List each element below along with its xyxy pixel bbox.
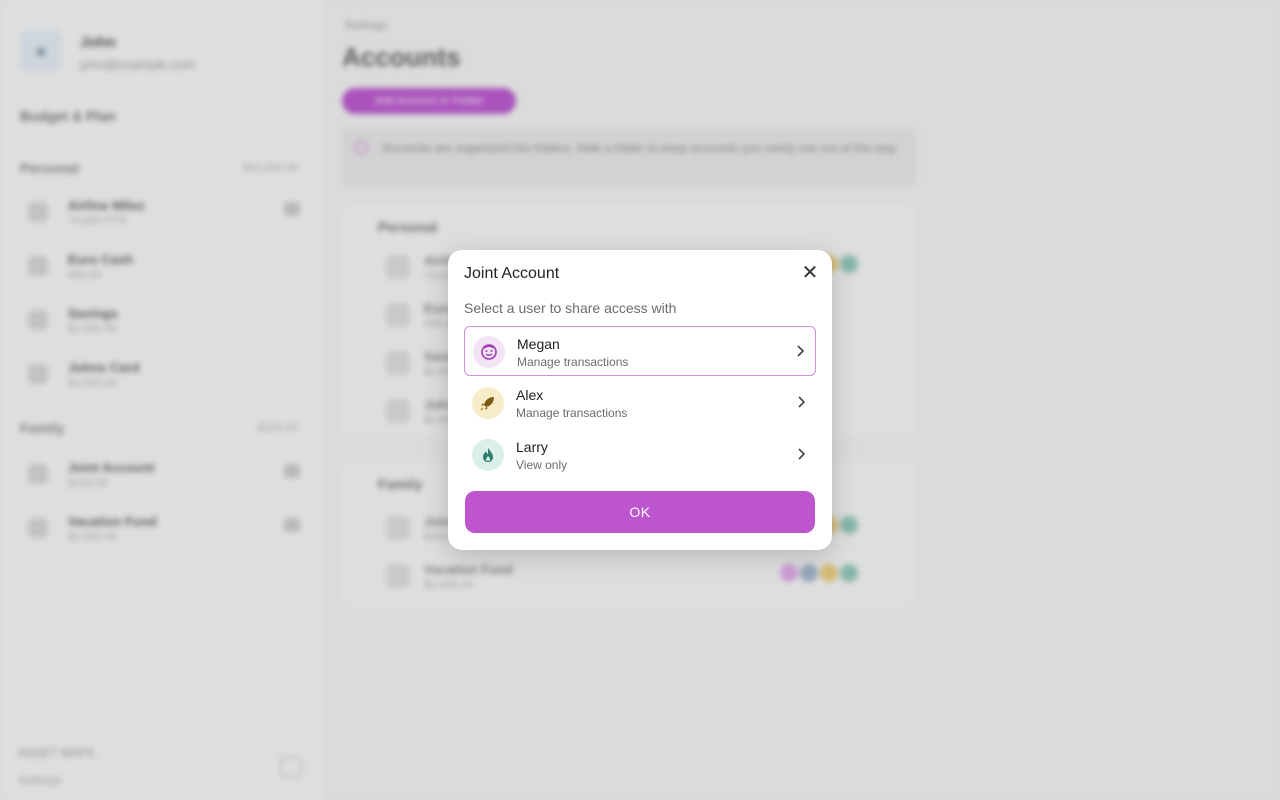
- user-name: Larry: [516, 439, 548, 455]
- share-access-dialog: Joint Account ✕ Select a user to share a…: [448, 250, 832, 550]
- close-icon[interactable]: ✕: [798, 262, 822, 286]
- user-name: Alex: [516, 387, 544, 403]
- dialog-title: Joint Account: [464, 265, 560, 282]
- dialog-subtitle: Select a user to share access with: [464, 300, 677, 316]
- user-role: Manage transactions: [516, 406, 628, 420]
- user-name: Megan: [517, 336, 560, 352]
- user-role: View only: [516, 458, 568, 472]
- user-option-megan[interactable]: Megan Manage transactions: [464, 326, 816, 376]
- user-option-alex[interactable]: Alex Manage transactions: [464, 378, 816, 428]
- chevron-right-icon: [797, 345, 805, 357]
- flame-icon: [472, 439, 504, 471]
- smiley-icon: [473, 336, 505, 368]
- ok-button[interactable]: OK: [465, 491, 815, 533]
- user-role: Manage transactions: [517, 355, 629, 369]
- chevron-right-icon: [798, 448, 806, 460]
- rocket-icon: [472, 387, 504, 419]
- chevron-right-icon: [798, 396, 806, 408]
- user-option-larry[interactable]: Larry View only: [464, 430, 816, 480]
